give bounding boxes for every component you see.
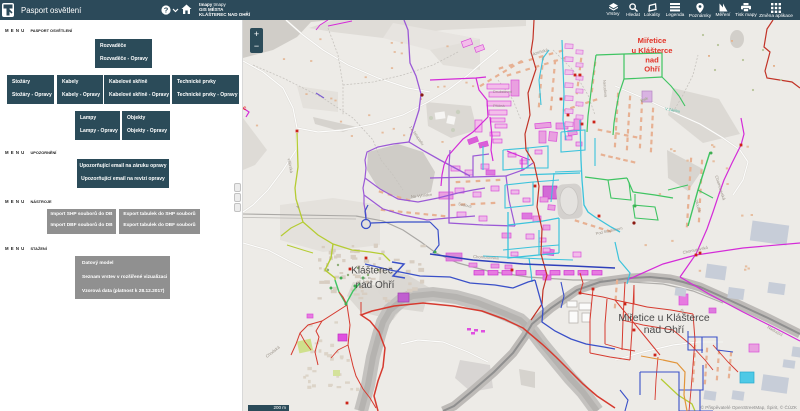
svg-text:nad Ohří: nad Ohří [644,325,685,336]
svg-text:Miřetice u Klášterce: Miřetice u Klášterce [618,313,709,324]
svg-text:Miřetice: Miřetice [638,36,667,45]
svg-text:Klášterec: Klášterec [351,266,393,277]
svg-text:© Přispěvatelé OpenStreetMap,: © Přispěvatelé OpenStreetMap, Špirit, © … [701,404,798,410]
svg-text:Příčná: Příčná [493,103,505,108]
svg-text:E. Beneše: E. Beneše [359,280,373,284]
svg-text:?: ? [164,5,169,14]
svg-text:Družstevní: Družstevní [493,89,513,94]
svg-text:Ohří: Ohří [644,65,661,74]
svg-text:nad: nad [645,56,659,65]
svg-text:u Klášterce: u Klášterce [632,46,673,55]
